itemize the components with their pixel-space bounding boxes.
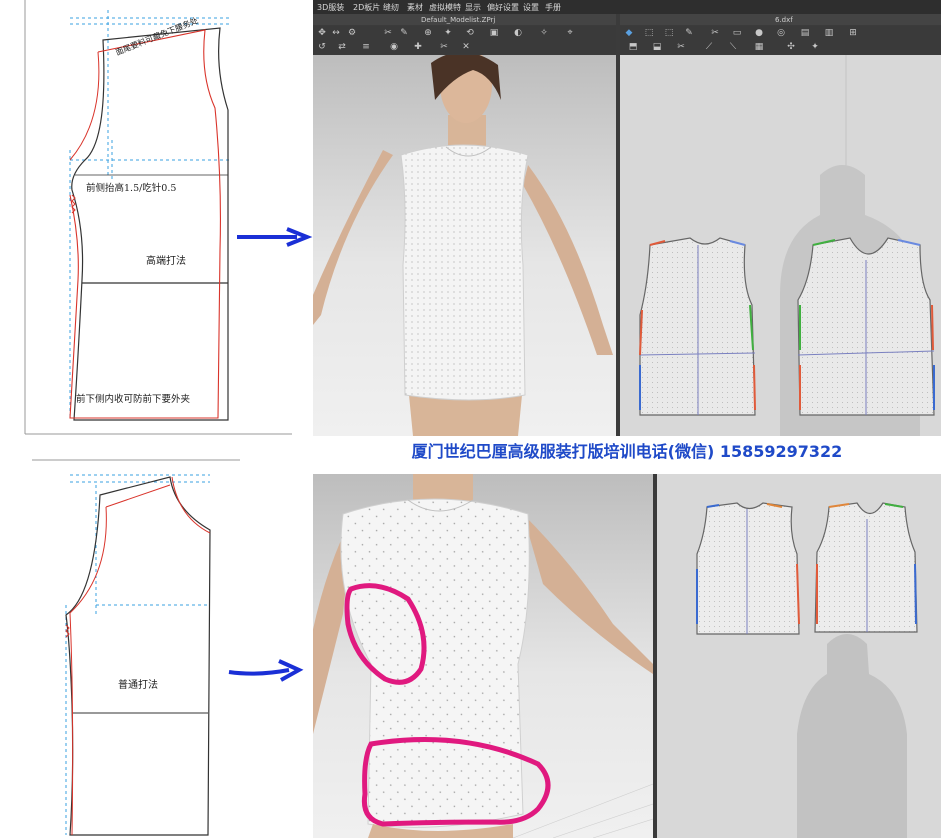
avatar-3d-render (313, 55, 613, 436)
menu-item-3d-garment[interactable]: 3D服装 (317, 2, 344, 13)
tool-icon[interactable]: ⟲ (465, 28, 475, 38)
tool-icon[interactable]: ⬒ (628, 42, 638, 52)
tool-icon[interactable]: ✂ (439, 42, 449, 52)
menu-item-settings[interactable]: 设置 (523, 2, 539, 13)
method-label-high-end: 高端打法 (146, 256, 186, 267)
right-arrow-icon (228, 659, 304, 682)
viewport-2d[interactable] (620, 55, 941, 436)
menu-item-manual[interactable]: 手册 (545, 2, 561, 13)
tool-icon[interactable]: ↔ (331, 28, 341, 38)
menu-item-avatar[interactable]: 虚拟模特 (429, 2, 461, 13)
tool-icon[interactable]: ▣ (489, 28, 499, 38)
tool-icon[interactable]: ≡ (361, 42, 371, 52)
tool-icon[interactable]: ⟋ (704, 42, 714, 52)
tool-icon[interactable]: ✂ (676, 42, 686, 52)
tool-icon[interactable]: ✥ (317, 28, 327, 38)
tool-icon[interactable]: ↺ (317, 42, 327, 52)
top-pattern-drawing (24, 0, 292, 435)
bottom-pattern-drawing (32, 459, 240, 836)
tool-icon[interactable]: ⟍ (728, 42, 738, 52)
tool-icon[interactable]: ▤ (800, 28, 810, 38)
menu-item-material[interactable]: 素材 (407, 2, 423, 13)
pattern-2d-render (639, 55, 935, 436)
viewport-3d[interactable] (313, 55, 616, 436)
viewport-3d-bottom[interactable] (313, 474, 653, 838)
tool-icon[interactable]: ⊞ (848, 28, 858, 38)
tool-icon[interactable]: ✂ (710, 28, 720, 38)
tool-icon[interactable]: ✎ (399, 28, 409, 38)
tool-icon[interactable]: ✂ (383, 28, 393, 38)
side-note: 前侧抬高1.5/吃针0.5 (86, 183, 177, 194)
tool-icon[interactable]: ✕ (461, 42, 471, 52)
training-contact-banner: 厦门世纪巴厘高级服装打版培训电话(微信) 15859297322 (411, 442, 843, 461)
hem-note: 前下侧内收可防前下要外夹 (76, 394, 191, 405)
menu-item-sewing[interactable]: 缝纫 (383, 2, 399, 13)
pattern-2d-bottom (696, 502, 918, 838)
tool-icon[interactable]: ▭ (732, 28, 742, 38)
tool-icon[interactable]: ⬓ (652, 42, 662, 52)
tool-icon[interactable]: ⌖ (565, 28, 575, 38)
tool-icon[interactable]: ✦ (443, 28, 453, 38)
tool-icon[interactable]: ⇄ (337, 42, 347, 52)
tool-icon[interactable]: ⚙ (347, 28, 357, 38)
bottom-pattern-panel: 普通打法 (0, 455, 300, 838)
problem-highlight-circles (344, 583, 551, 827)
tool-icon[interactable]: ✦ (810, 42, 820, 52)
tool-icon[interactable]: ◉ (389, 42, 399, 52)
tool-icon[interactable]: ▥ (824, 28, 834, 38)
top-pattern-panel: 面尾要料可藏免下腰务处 前侧抬高1.5/吃针0.5 高端打法 前下侧内收可防前下… (0, 0, 300, 436)
menu-item-display[interactable]: 显示 (465, 2, 481, 13)
tool-icon[interactable]: ⊕ (423, 28, 433, 38)
viewport-2d-bottom[interactable] (657, 474, 941, 838)
tool-icon[interactable]: ▦ (754, 42, 764, 52)
tool-icon[interactable]: ◐ (513, 28, 523, 38)
tool-icon[interactable]: ⬚ (664, 28, 674, 38)
tool-icon[interactable]: ✚ (413, 42, 423, 52)
right-arrow-icon (237, 227, 313, 247)
menu-item-2d-pattern[interactable]: 2D板片 (353, 2, 380, 13)
tool-icon[interactable]: ✣ (786, 42, 796, 52)
clo3d-app-window: 3D服装 2D板片 缝纫 素材 虚拟模特 显示 偏好设置 设置 手册 Defau… (313, 0, 941, 436)
menu-item-preferences[interactable]: 偏好设置 (487, 2, 519, 13)
tool-icon[interactable]: ● (754, 28, 764, 38)
menu-bar: 3D服装 2D板片 缝纫 素材 虚拟模特 显示 偏好设置 设置 手册 (313, 0, 941, 14)
window-2d-title: 6.dxf (775, 16, 793, 24)
toolbar-3d: ✥ ↔ ⚙ ✂ ✎ ⊕ ✦ ⟲ ▣ ◐ ✧ ⌖ ↺ ⇄ ≡ ◉ ✚ ✂ ✕ (313, 26, 616, 54)
method-label-standard: 普通打法 (118, 680, 158, 691)
tool-icon[interactable]: ◆ (624, 28, 634, 38)
tool-icon[interactable]: ✧ (539, 28, 549, 38)
tool-icon[interactable]: ⬚ (644, 28, 654, 38)
window-3d-title: Default_Modelist.ZPrj (421, 16, 496, 24)
toolbar-2d: ◆ ⬚ ⬚ ✎ ✂ ▭ ● ◎ ▤ ▥ ⊞ ⬒ ⬓ ✂ ⟋ ⟍ ▦ ✣ ✦ (620, 26, 941, 54)
tool-icon[interactable]: ◎ (776, 28, 786, 38)
tool-icon[interactable]: ✎ (684, 28, 694, 38)
